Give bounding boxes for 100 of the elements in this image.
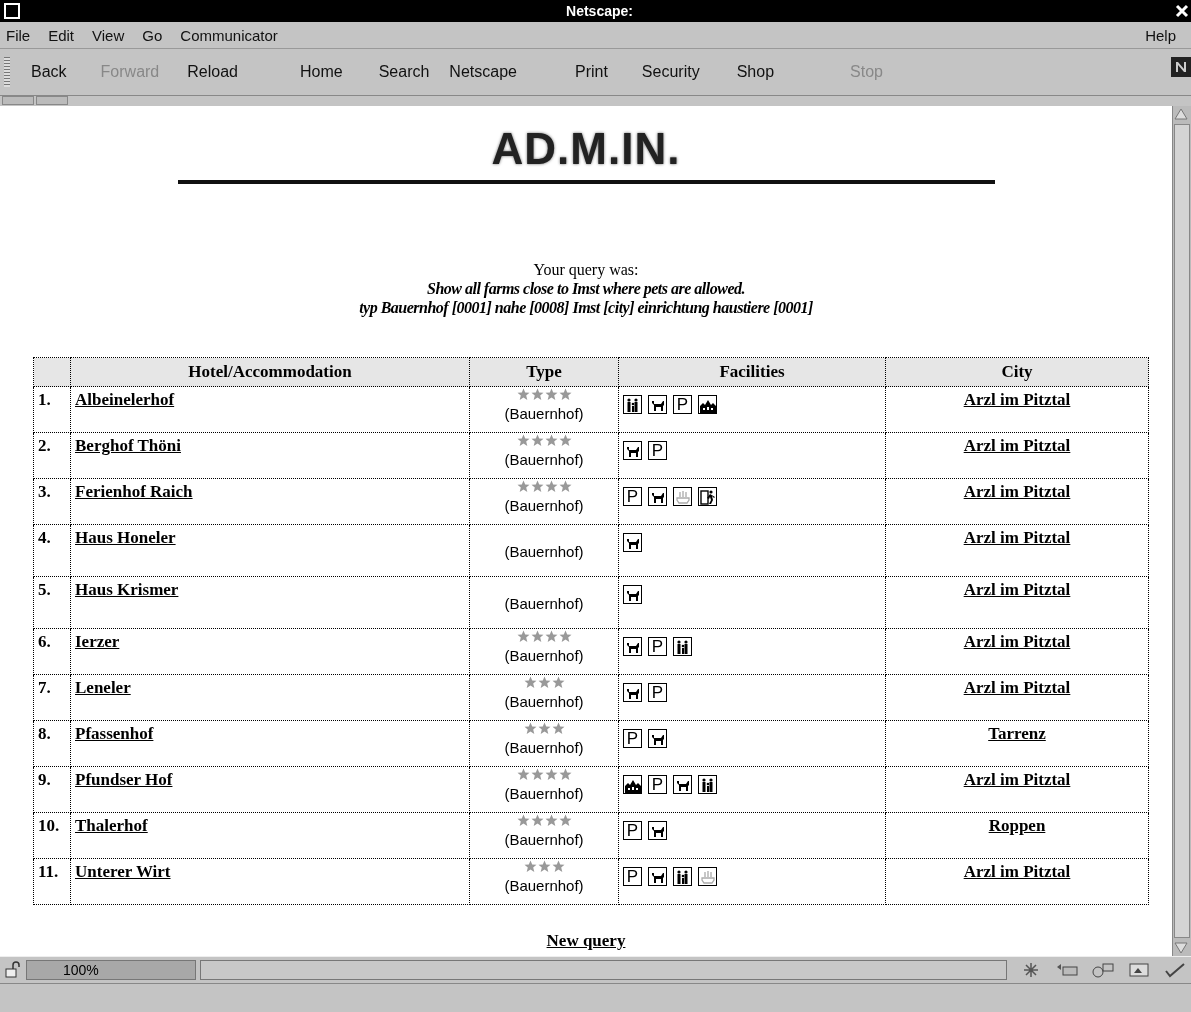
type-label: (Bauernhof) xyxy=(503,785,585,802)
type-label: (Bauernhof) xyxy=(503,595,585,612)
chat-icon[interactable] xyxy=(1091,961,1115,979)
column-header: City xyxy=(885,357,1149,387)
star-icon xyxy=(530,630,544,643)
column-header: Facilities xyxy=(618,357,886,387)
hotel-link[interactable]: Thalerhof xyxy=(75,816,148,835)
scrollbar-thumb[interactable] xyxy=(1174,124,1190,938)
menu-item[interactable]: Help xyxy=(1136,26,1185,44)
parking-sign: P xyxy=(623,867,642,886)
type-label: (Bauernhof) xyxy=(503,739,585,756)
close-icon[interactable] xyxy=(1175,4,1189,18)
star-icon xyxy=(530,434,544,447)
type-label: (Bauernhof) xyxy=(503,497,585,514)
menu-item[interactable]: Communicator xyxy=(171,26,287,44)
padlock-icon[interactable] xyxy=(4,961,22,979)
hotel-link[interactable]: Unterer Wirt xyxy=(75,862,171,881)
menu-item[interactable]: File xyxy=(6,26,40,44)
hotel-link[interactable]: Ferienhof Raich xyxy=(75,482,193,501)
star-icon xyxy=(544,630,558,643)
toolbar-tab-handle[interactable] xyxy=(2,96,34,105)
star-icon xyxy=(544,388,558,401)
type-label: (Bauernhof) xyxy=(503,831,585,848)
city-link[interactable]: Arzl im Pitztal xyxy=(963,770,1071,789)
city-link[interactable]: Arzl im Pitztal xyxy=(963,436,1071,455)
star-icon xyxy=(523,676,537,689)
menu-item[interactable]: View xyxy=(83,26,134,44)
zoom-level: 100% xyxy=(26,960,196,980)
parking-sign: P xyxy=(648,441,667,460)
table-cell: 8. xyxy=(33,720,71,767)
type-label: (Bauernhof) xyxy=(503,451,585,468)
mailbox-icon[interactable] xyxy=(1055,961,1079,979)
star-icon xyxy=(558,814,572,827)
city-link[interactable]: Arzl im Pitztal xyxy=(963,632,1071,651)
star-icon xyxy=(558,388,572,401)
menu-item[interactable]: Edit xyxy=(39,26,84,44)
city-link[interactable]: Arzl im Pitztal xyxy=(963,678,1071,697)
toolbar-button[interactable]: Print xyxy=(574,63,608,81)
toolbar-tab-handle[interactable] xyxy=(36,96,68,105)
city-link[interactable]: Arzl im Pitztal xyxy=(963,390,1071,409)
star-icon xyxy=(537,676,551,689)
star-icon xyxy=(544,480,558,493)
city-link[interactable]: Arzl im Pitztal xyxy=(963,862,1071,881)
new-query-link[interactable]: New query xyxy=(546,931,626,951)
type-label: (Bauernhof) xyxy=(503,543,585,560)
star-icon xyxy=(558,768,572,781)
window-menu-button[interactable] xyxy=(4,3,20,19)
hotel-link[interactable]: Pfundser Hof xyxy=(75,770,173,789)
star-icon xyxy=(551,676,565,689)
column-header: Hotel/Accommodation xyxy=(70,357,470,387)
table-cell: 5. xyxy=(33,576,71,629)
scroll-up-icon[interactable] xyxy=(1173,106,1189,122)
star-icon xyxy=(544,434,558,447)
hotel-link[interactable]: Pfassenhof xyxy=(75,724,154,743)
star-icon xyxy=(530,768,544,781)
city-link[interactable]: Roppen xyxy=(988,816,1046,835)
query-label: Your query was: xyxy=(532,260,640,279)
type-label: (Bauernhof) xyxy=(503,877,585,894)
parking-sign: P xyxy=(673,395,692,414)
column-header: Type xyxy=(469,357,619,387)
scroll-down-icon[interactable] xyxy=(1173,940,1189,956)
parking-sign: P xyxy=(648,683,667,702)
table-cell: 9. xyxy=(33,766,71,813)
hotel-link[interactable]: Albeinelerhof xyxy=(75,390,175,409)
city-link[interactable]: Tarrenz xyxy=(988,724,1046,743)
table-cell: 6. xyxy=(33,628,71,675)
type-label: (Bauernhof) xyxy=(503,405,585,422)
toolbar-button[interactable]: Reload xyxy=(187,63,238,81)
table-cell: 3. xyxy=(33,478,71,525)
toolbar-button[interactable]: Search xyxy=(378,63,430,81)
hotel-link[interactable]: Berghof Thöni xyxy=(75,436,181,455)
hotel-link[interactable]: Ierzer xyxy=(75,632,120,651)
hotel-link[interactable]: Haus Honeler xyxy=(75,528,176,547)
toolbar-grip[interactable] xyxy=(4,57,10,87)
star-icon xyxy=(558,480,572,493)
city-link[interactable]: Arzl im Pitztal xyxy=(963,482,1071,501)
star-icon xyxy=(530,480,544,493)
star-icon xyxy=(530,388,544,401)
card-icon[interactable] xyxy=(1127,961,1151,979)
hotel-link[interactable]: Haus Krismer xyxy=(75,580,179,599)
star-icon xyxy=(551,722,565,735)
star-icon xyxy=(551,860,565,873)
star-icon xyxy=(530,814,544,827)
toolbar-button[interactable]: Security xyxy=(641,63,700,81)
pen-icon[interactable] xyxy=(1163,961,1187,979)
star-icon xyxy=(544,814,558,827)
table-cell: 7. xyxy=(33,674,71,721)
parking-sign: P xyxy=(648,775,667,794)
query-text: Show all farms close to Imst where pets are allowed. xyxy=(426,279,746,298)
hotel-link[interactable]: Leneler xyxy=(75,678,131,697)
toolbar-button[interactable]: Back xyxy=(31,63,67,81)
city-link[interactable]: Arzl im Pitztal xyxy=(963,528,1071,547)
toolbar-button[interactable]: Shop xyxy=(736,63,775,81)
type-label: (Bauernhof) xyxy=(503,647,585,664)
star-icon xyxy=(516,480,530,493)
star-icon xyxy=(516,630,530,643)
toolbar-button[interactable]: Netscape xyxy=(449,63,517,81)
city-link[interactable]: Arzl im Pitztal xyxy=(963,580,1071,599)
toolbar-button[interactable]: Home xyxy=(299,63,343,81)
menu-item[interactable]: Go xyxy=(133,26,172,44)
